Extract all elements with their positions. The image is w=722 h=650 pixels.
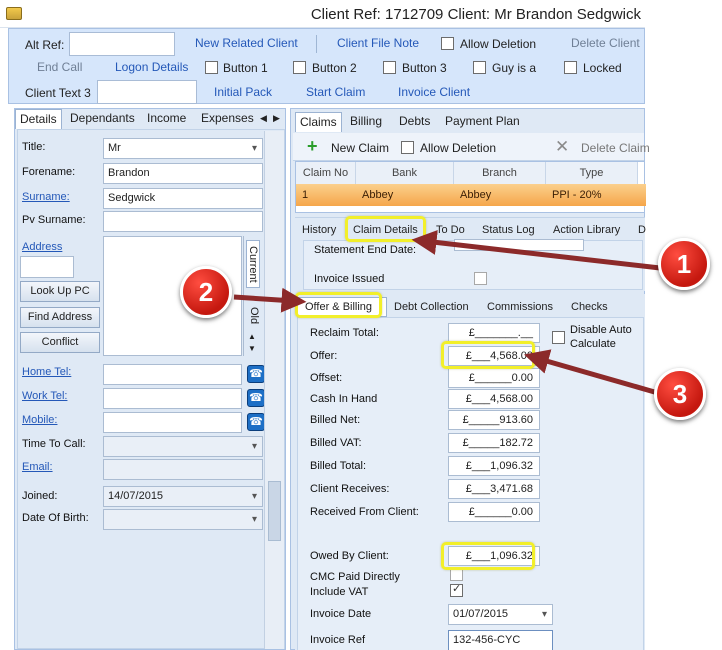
callout-badge-2: 2: [180, 266, 232, 318]
callout-badge-1: 1: [658, 238, 710, 290]
arrow-2: [233, 287, 307, 313]
callout-badge-3: 3: [654, 368, 706, 420]
callout-arrows: [233, 230, 661, 396]
arrow-1: [411, 230, 661, 271]
arrow-3: [523, 349, 659, 396]
